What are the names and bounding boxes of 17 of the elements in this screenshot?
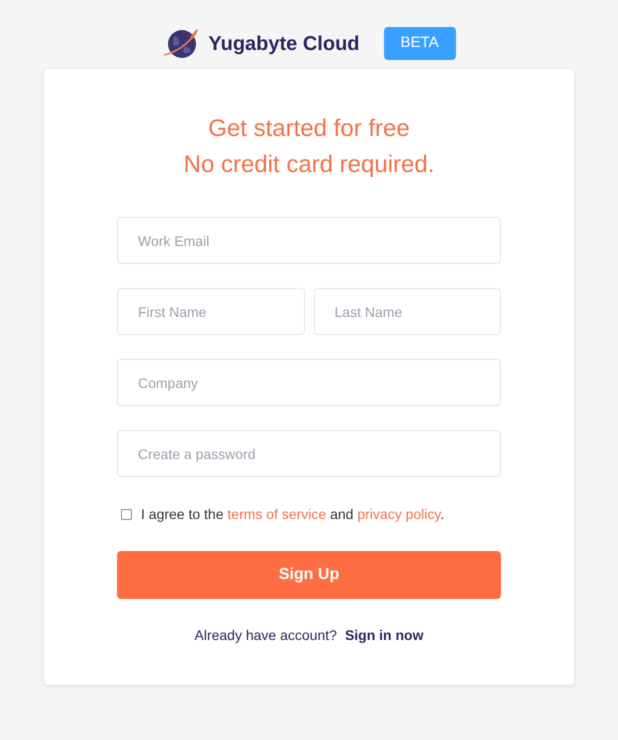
agreement-text: I agree to the terms of service and privacy policy.	[141, 505, 444, 524]
input-field[interactable]: Create a password	[117, 430, 501, 477]
heading-line: Get started for free	[208, 114, 410, 144]
input-field[interactable]: Last Name	[314, 288, 501, 335]
policy-link[interactable]: privacy policy	[357, 506, 440, 522]
sign-in-link[interactable]: Sign in now	[344, 625, 424, 646]
input-field[interactable]: First Name	[117, 288, 304, 335]
planet-logo-icon	[162, 26, 200, 60]
input-field[interactable]: Work Email	[117, 217, 501, 264]
heading-line: No credit card required.	[184, 150, 434, 180]
brand-name: Yugabyte Cloud	[208, 32, 360, 56]
policy-link[interactable]: terms of service	[227, 506, 326, 522]
sign-up-button[interactable]: Sign Up	[117, 551, 501, 599]
agree-checkbox[interactable]	[121, 509, 132, 520]
account-prompt: Already have account?	[194, 626, 337, 645]
beta-badge: BETA	[384, 27, 456, 60]
input-field[interactable]: Company	[117, 359, 501, 406]
